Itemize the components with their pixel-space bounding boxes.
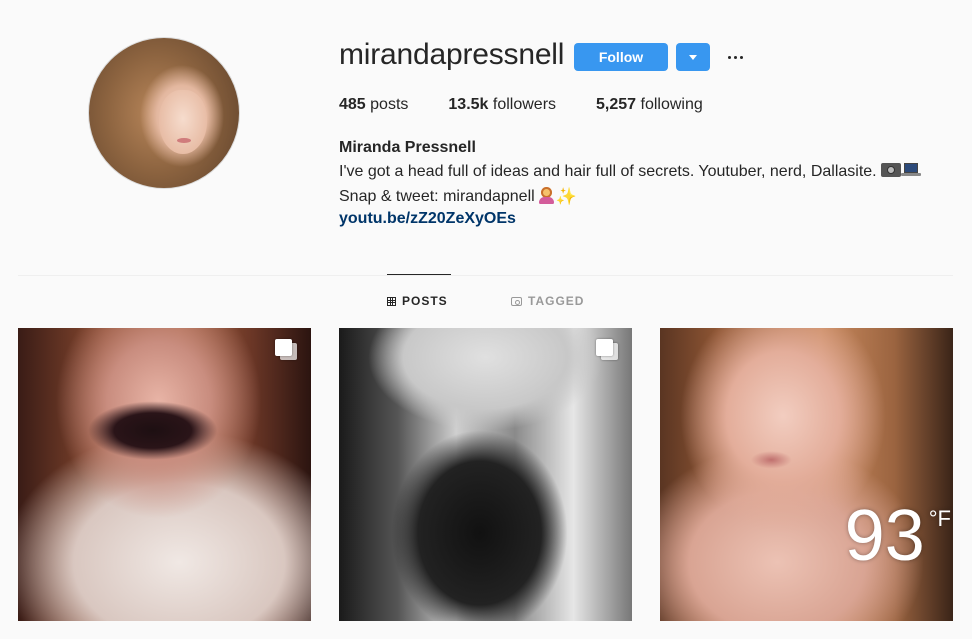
tab-tagged[interactable]: TAGGED	[511, 294, 584, 308]
camera-emoji-icon	[880, 163, 901, 177]
multiple-photos-icon	[596, 339, 618, 361]
profile-avatar	[88, 37, 240, 189]
following-count[interactable]: 5,257 following	[596, 96, 703, 114]
post-thumbnail[interactable]: 93 °F	[660, 328, 953, 621]
profile-link[interactable]: youtu.be/zZ20ZeXyOEs	[339, 210, 516, 228]
tag-icon	[511, 296, 522, 306]
follow-button[interactable]: Follow	[574, 43, 668, 71]
profile-bio-line2: Snap & tweet: mirandapnell ✨	[339, 186, 577, 206]
profile-full-name: Miranda Pressnell	[339, 139, 476, 156]
more-dot-icon	[739, 55, 743, 59]
profile-username: mirandapressnell	[339, 38, 565, 71]
person-tipping-hand-emoji-icon	[538, 186, 556, 204]
posts-count: 485 posts	[339, 96, 409, 113]
grid-icon	[387, 296, 396, 306]
caret-down-icon	[689, 54, 697, 60]
multiple-photos-icon	[275, 339, 297, 361]
laptop-emoji-icon	[900, 163, 921, 177]
profile-stats: 485 posts 13.5k followers 5,257 followin…	[339, 96, 743, 114]
followers-count[interactable]: 13.5k followers	[448, 96, 556, 114]
more-dot-icon	[733, 55, 737, 59]
tab-posts[interactable]: POSTS	[387, 294, 448, 308]
post-thumbnail[interactable]	[339, 328, 632, 621]
more-options-button[interactable]	[723, 45, 747, 69]
tab-tagged-label: TAGGED	[528, 294, 585, 308]
avatar-lips	[177, 138, 191, 143]
tab-posts-label: POSTS	[402, 294, 448, 308]
post-thumbnail[interactable]	[18, 328, 311, 621]
follow-options-button[interactable]	[676, 43, 710, 71]
more-dot-icon	[727, 55, 731, 59]
avatar-face	[159, 90, 207, 154]
tabs-divider	[18, 275, 953, 276]
active-tab-indicator	[387, 274, 451, 275]
sparkles-emoji-icon: ✨	[555, 187, 577, 206]
temperature-sticker: 93 °F	[844, 496, 951, 576]
profile-bio-line1: I've got a head full of ideas and hair f…	[339, 163, 921, 181]
